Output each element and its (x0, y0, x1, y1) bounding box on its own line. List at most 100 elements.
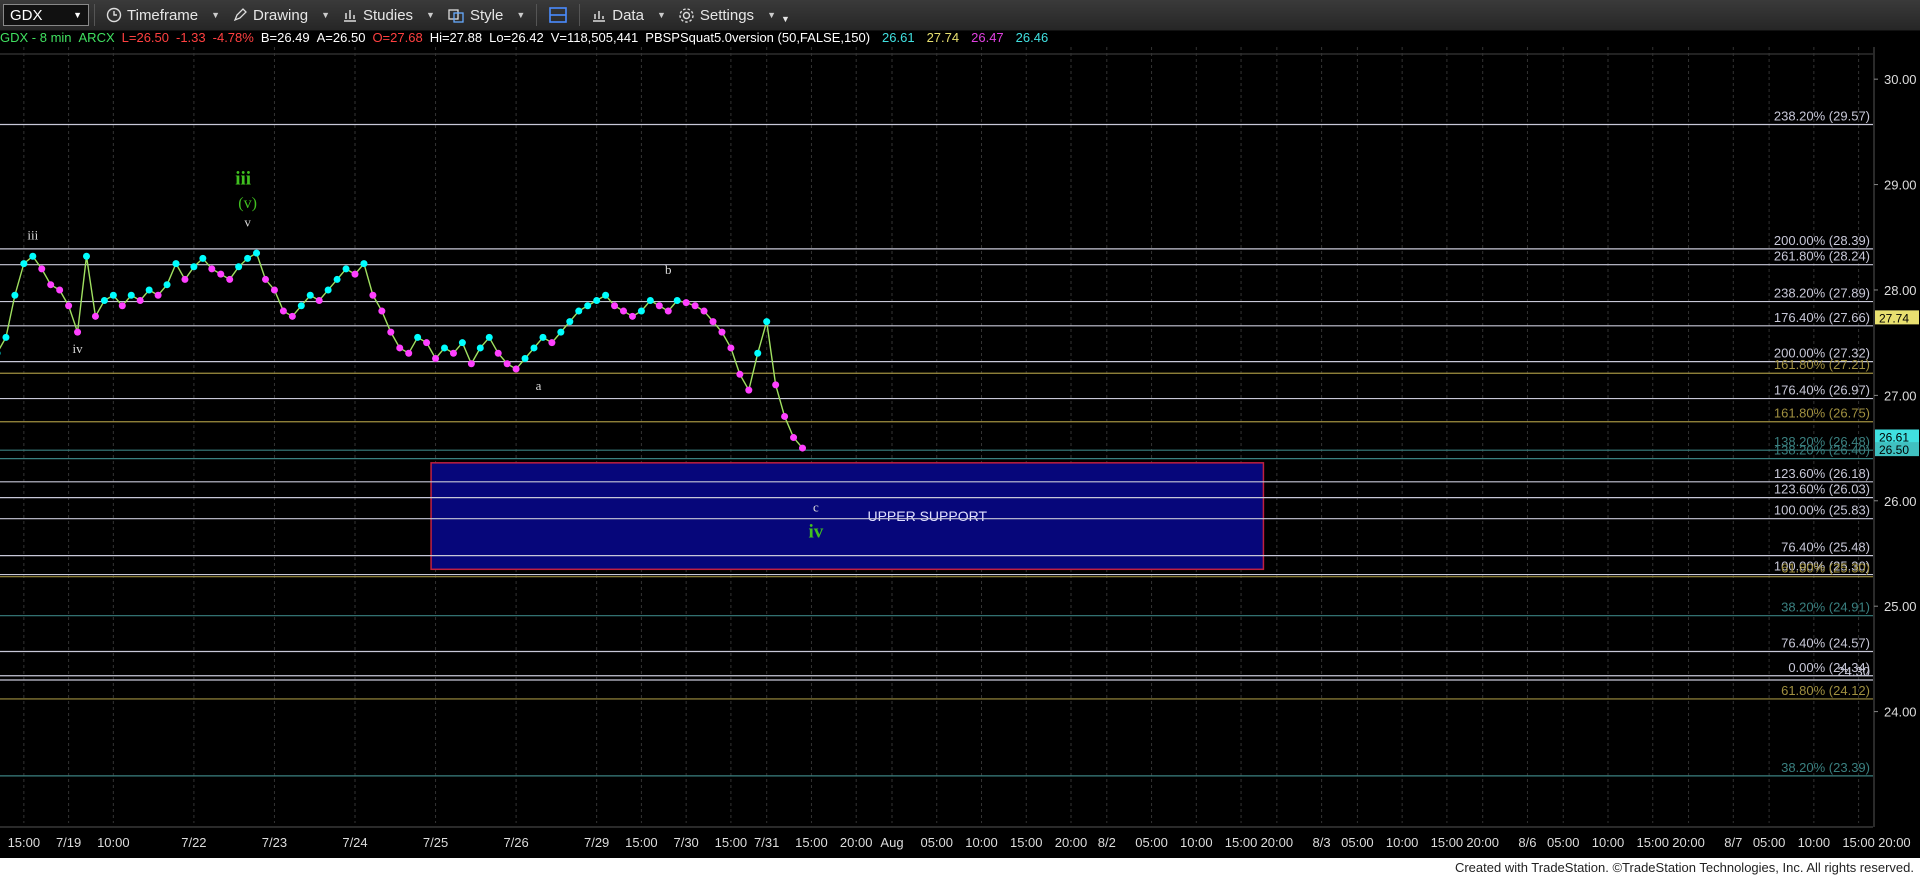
wave-label: iii (235, 169, 251, 190)
price-point (172, 260, 180, 268)
x-tick-label: 7/26 (503, 835, 528, 850)
x-tick-label: 05:00 (920, 835, 953, 850)
price-point (199, 254, 207, 262)
fib-level-label: 100.00% (25.83) (1774, 503, 1870, 518)
x-tick-label: 20:00 (1261, 835, 1294, 850)
fib-level-label: 176.40% (27.66) (1774, 310, 1870, 325)
price-tag-label: 26.50 (1879, 443, 1909, 457)
x-tick-label: 05:00 (1547, 835, 1580, 850)
price-point (190, 263, 198, 271)
price-point (476, 344, 484, 352)
y-tick-label: 25.00 (1884, 599, 1917, 614)
x-tick-label: 7/30 (673, 835, 698, 850)
x-tick-label: Aug (880, 835, 903, 850)
price-point (154, 291, 162, 299)
price-point (2, 333, 10, 341)
price-point (781, 412, 789, 420)
studies-menu[interactable]: Studies ▼ (336, 7, 441, 24)
price-point (369, 291, 377, 299)
pencil-icon (232, 7, 248, 23)
y-tick-label: 28.00 (1884, 283, 1917, 298)
timeframe-label: Timeframe (127, 6, 199, 24)
price-point (772, 381, 780, 389)
panels-icon (548, 6, 568, 24)
settings-menu[interactable]: Settings ▼ ▼ (672, 6, 796, 24)
x-tick-label: 15:00 (1431, 835, 1464, 850)
x-tick-label: 10:00 (1592, 835, 1625, 850)
drawing-menu[interactable]: Drawing ▼ (226, 7, 336, 24)
toolbar-divider (536, 4, 538, 26)
wave-label: c (813, 499, 819, 514)
price-point (557, 328, 565, 336)
symbol-selector[interactable]: GDX ▼ (3, 4, 89, 26)
price-point (637, 307, 645, 315)
price-point (467, 360, 475, 368)
caret-down-icon: ▼ (516, 10, 526, 20)
price-point (548, 339, 556, 347)
chart-status-line: GDX - 8 min ARCX L=26.50 -1.33 -4.78% B=… (0, 30, 1055, 47)
x-tick-label: 20:00 (1466, 835, 1499, 850)
y-tick-label: 27.00 (1884, 388, 1917, 403)
price-point (754, 349, 762, 357)
settings-label: Settings (699, 6, 755, 24)
price-tag-label: 27.74 (1879, 311, 1909, 325)
data-menu[interactable]: Data ▼ (585, 7, 672, 24)
price-point (378, 307, 386, 315)
status-study-value-4: 26.46 (1015, 30, 1049, 45)
price-point (763, 318, 771, 326)
overflow-caret-icon: ▼ (780, 14, 790, 24)
layout-button[interactable] (542, 6, 574, 24)
price-point (396, 344, 404, 352)
clock-icon (106, 7, 122, 23)
price-point (691, 302, 699, 310)
status-bid: B=26.49 (260, 30, 310, 45)
price-point (530, 344, 538, 352)
chevron-down-icon: ▼ (73, 10, 82, 20)
fib-level-label: 24.30 (1837, 664, 1870, 679)
style-menu[interactable]: Style ▼ (441, 7, 531, 24)
studies-label: Studies (363, 6, 414, 24)
fib-level-label: 76.40% (25.48) (1781, 540, 1870, 555)
price-point (181, 275, 189, 283)
price-point (539, 333, 547, 341)
caret-down-icon: ▼ (321, 10, 330, 20)
fib-level-label: 76.40% (24.57) (1781, 636, 1870, 651)
fib-level-label: 161.80% (26.75) (1774, 406, 1870, 421)
price-point (405, 349, 413, 357)
wave-label: a (536, 378, 542, 393)
fib-level-label: 238.20% (27.89) (1774, 286, 1870, 301)
y-tick-label: 30.00 (1884, 72, 1917, 87)
x-tick-label: 7/19 (56, 835, 81, 850)
x-tick-label: 10:00 (1798, 835, 1831, 850)
price-point (655, 302, 663, 310)
fib-level-label: 238.20% (29.57) (1774, 108, 1870, 123)
price-point (432, 354, 440, 362)
status-symbol-interval: GDX - 8 min (0, 30, 72, 45)
x-tick-label: 10:00 (1180, 835, 1213, 850)
price-point (145, 286, 153, 294)
style-label: Style (469, 6, 504, 24)
x-tick-label: 20:00 (1672, 835, 1705, 850)
wave-label: b (665, 262, 672, 277)
price-point (38, 265, 46, 273)
price-point (700, 307, 708, 315)
timeframe-menu[interactable]: Timeframe ▼ (100, 7, 226, 24)
fib-level-label: 161.80% (27.21) (1774, 357, 1870, 372)
price-point (235, 263, 243, 271)
y-tick-label: 26.00 (1884, 494, 1917, 509)
price-point (387, 328, 395, 336)
price-point (512, 365, 520, 373)
toolbar-divider (94, 4, 95, 26)
price-point (449, 349, 457, 357)
x-tick-label: 05:00 (1135, 835, 1168, 850)
style-icon (447, 7, 465, 23)
price-point (324, 286, 332, 294)
price-point (11, 291, 19, 299)
price-point (279, 307, 287, 315)
caret-down-icon: ▼ (211, 10, 221, 20)
price-point (333, 275, 341, 283)
price-point (575, 307, 583, 315)
price-chart[interactable]: UPPER SUPPORT 238.20% (29.57) 200.00% (28.… (0, 47, 1920, 858)
upper-support-zone (430, 462, 1265, 571)
price-point (29, 252, 37, 260)
